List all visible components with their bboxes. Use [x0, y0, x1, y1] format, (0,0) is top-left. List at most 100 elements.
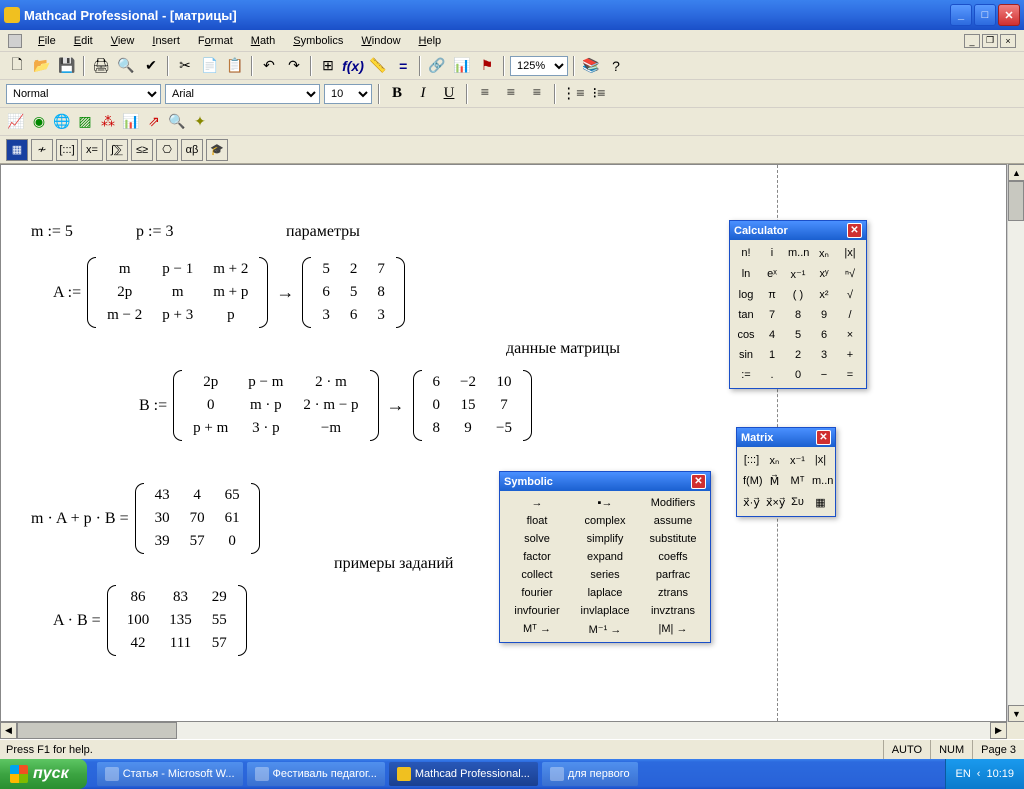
- palette-cell[interactable]: invlaplace: [571, 602, 639, 620]
- worksheet[interactable]: m := 5 p := 3 параметры A := mp − 1m + 2…: [0, 164, 1007, 722]
- help-button[interactable]: ?: [605, 55, 627, 77]
- vector-palette-button[interactable]: [:::]: [56, 139, 78, 161]
- taskbar-item[interactable]: Mathcad Professional...: [389, 762, 538, 786]
- expr-B[interactable]: B := 2pp − m2 · m0m · p2 · m − pp + m3 ·…: [139, 370, 532, 441]
- palette-cell[interactable]: expand: [571, 548, 639, 566]
- palette-cell[interactable]: [:::]: [740, 450, 763, 471]
- vertical-scrollbar[interactable]: ▲ ▼: [1007, 164, 1024, 722]
- expr-A[interactable]: A := mp − 1m + 22pmm + pm − 2p + 3p → 52…: [53, 257, 405, 328]
- palette-cell[interactable]: −: [811, 365, 837, 385]
- palette-cell[interactable]: x⃗·y⃗: [740, 492, 763, 513]
- palette-cell[interactable]: solve: [503, 530, 571, 548]
- palette-cell[interactable]: invztrans: [639, 602, 707, 620]
- programming-palette-button[interactable]: ⎔: [156, 139, 178, 161]
- new-button[interactable]: 🗋: [6, 55, 28, 77]
- calculus-palette-button[interactable]: ∫⅀: [106, 139, 128, 161]
- insert-component-button[interactable]: 📊: [451, 55, 473, 77]
- palette-cell[interactable]: x²: [811, 285, 837, 305]
- palette-cell[interactable]: :=: [733, 365, 759, 385]
- palette-cell[interactable]: Mᵀ →: [503, 620, 571, 639]
- surface-plot-icon[interactable]: 🌐: [52, 113, 72, 131]
- calculator-palette-button[interactable]: ▦: [6, 139, 28, 161]
- graph-palette-button[interactable]: ≁: [31, 139, 53, 161]
- palette-cell[interactable]: ztrans: [639, 584, 707, 602]
- run-button[interactable]: ⚑: [476, 55, 498, 77]
- mdi-restore-button[interactable]: ❐: [982, 34, 998, 48]
- bold-button[interactable]: B: [386, 83, 408, 105]
- save-button[interactable]: 💾: [56, 55, 78, 77]
- palette-cell[interactable]: n!: [733, 243, 759, 264]
- bar-plot-icon[interactable]: 📊: [121, 113, 141, 131]
- palette-cell[interactable]: Mᵀ: [786, 471, 809, 492]
- menu-edit[interactable]: Edit: [66, 33, 101, 49]
- expr-m-assign[interactable]: m := 5: [31, 223, 73, 241]
- menu-symbolics[interactable]: Symbolics: [285, 33, 351, 49]
- cut-button[interactable]: ✂: [174, 55, 196, 77]
- palette-cell[interactable]: 7: [759, 305, 785, 325]
- palette-cell[interactable]: =: [837, 365, 863, 385]
- close-button[interactable]: ✕: [998, 4, 1020, 26]
- palette-cell[interactable]: 2: [785, 345, 811, 365]
- expr-p-assign[interactable]: p := 3: [136, 223, 173, 241]
- palette-cell[interactable]: factor: [503, 548, 571, 566]
- palette-cell[interactable]: M⃗: [763, 471, 786, 492]
- palette-cell[interactable]: +: [837, 345, 863, 365]
- palette-cell[interactable]: 3: [811, 345, 837, 365]
- tray-volume-icon[interactable]: ‹: [977, 768, 981, 780]
- label-params[interactable]: параметры: [286, 223, 360, 241]
- 3d-scatter-icon[interactable]: ⁂: [98, 113, 118, 131]
- mdi-minimize-button[interactable]: _: [964, 34, 980, 48]
- boolean-palette-button[interactable]: ≤≥: [131, 139, 153, 161]
- palette-cell[interactable]: ln: [733, 264, 759, 285]
- horizontal-scrollbar[interactable]: ◀ ▶: [0, 722, 1007, 739]
- palette-cell[interactable]: xʸ: [811, 264, 837, 285]
- palette-cell[interactable]: π: [759, 285, 785, 305]
- greek-palette-button[interactable]: αβ: [181, 139, 203, 161]
- palette-cell[interactable]: sin: [733, 345, 759, 365]
- palette-cell[interactable]: ( ): [785, 285, 811, 305]
- palette-cell[interactable]: ▦: [809, 492, 832, 513]
- menu-insert[interactable]: Insert: [144, 33, 188, 49]
- trace-plot-icon[interactable]: ✦: [190, 113, 210, 131]
- redo-button[interactable]: ↷: [283, 55, 305, 77]
- insert-hyperlink-button[interactable]: 🔗: [426, 55, 448, 77]
- minimize-button[interactable]: _: [950, 4, 972, 26]
- palette-cell[interactable]: collect: [503, 566, 571, 584]
- copy-button[interactable]: 📄: [199, 55, 221, 77]
- palette-cell[interactable]: |x|: [809, 450, 832, 471]
- palette-cell[interactable]: x⁻¹: [785, 264, 811, 285]
- resource-center-button[interactable]: 📚: [580, 55, 602, 77]
- system-tray[interactable]: EN ‹ 10:19: [945, 759, 1024, 789]
- taskbar-item[interactable]: Фестиваль педагог...: [247, 762, 385, 786]
- undo-button[interactable]: ↶: [258, 55, 280, 77]
- palette-cell[interactable]: 1: [759, 345, 785, 365]
- style-select[interactable]: Normal: [6, 84, 161, 104]
- scroll-down-button[interactable]: ▼: [1008, 705, 1024, 722]
- menu-file[interactable]: File: [30, 33, 64, 49]
- palette-cell[interactable]: tan: [733, 305, 759, 325]
- menu-math[interactable]: Math: [243, 33, 283, 49]
- palette-cell[interactable]: laplace: [571, 584, 639, 602]
- palette-cell[interactable]: substitute: [639, 530, 707, 548]
- palette-cell[interactable]: float: [503, 512, 571, 530]
- calculator-panel-close[interactable]: ✕: [847, 223, 862, 238]
- tray-lang[interactable]: EN: [956, 768, 971, 780]
- palette-cell[interactable]: →: [503, 494, 571, 512]
- symbolic-palette-button[interactable]: 🎓: [206, 139, 228, 161]
- align-regions-button[interactable]: ⊞: [317, 55, 339, 77]
- palette-cell[interactable]: 6: [811, 325, 837, 345]
- matrix-panel[interactable]: Matrix✕ [:::]xₙx⁻¹|x|f(M)M⃗Mᵀm..nx⃗·y⃗x⃗…: [736, 427, 836, 517]
- palette-cell[interactable]: complex: [571, 512, 639, 530]
- palette-cell[interactable]: f(M): [740, 471, 763, 492]
- palette-cell[interactable]: fourier: [503, 584, 571, 602]
- palette-cell[interactable]: x⁻¹: [786, 450, 809, 471]
- palette-cell[interactable]: .: [759, 365, 785, 385]
- paste-button[interactable]: 📋: [224, 55, 246, 77]
- palette-cell[interactable]: m..n: [785, 243, 811, 264]
- palette-cell[interactable]: coeffs: [639, 548, 707, 566]
- calculator-panel[interactable]: Calculator✕ n!im..nxₙ|x|lneˣx⁻¹xʸⁿ√logπ(…: [729, 220, 867, 389]
- palette-cell[interactable]: 5: [785, 325, 811, 345]
- taskbar-item[interactable]: для первого: [542, 762, 638, 786]
- palette-cell[interactable]: |x|: [837, 243, 863, 264]
- bullets-button[interactable]: ⋮≡: [562, 83, 584, 105]
